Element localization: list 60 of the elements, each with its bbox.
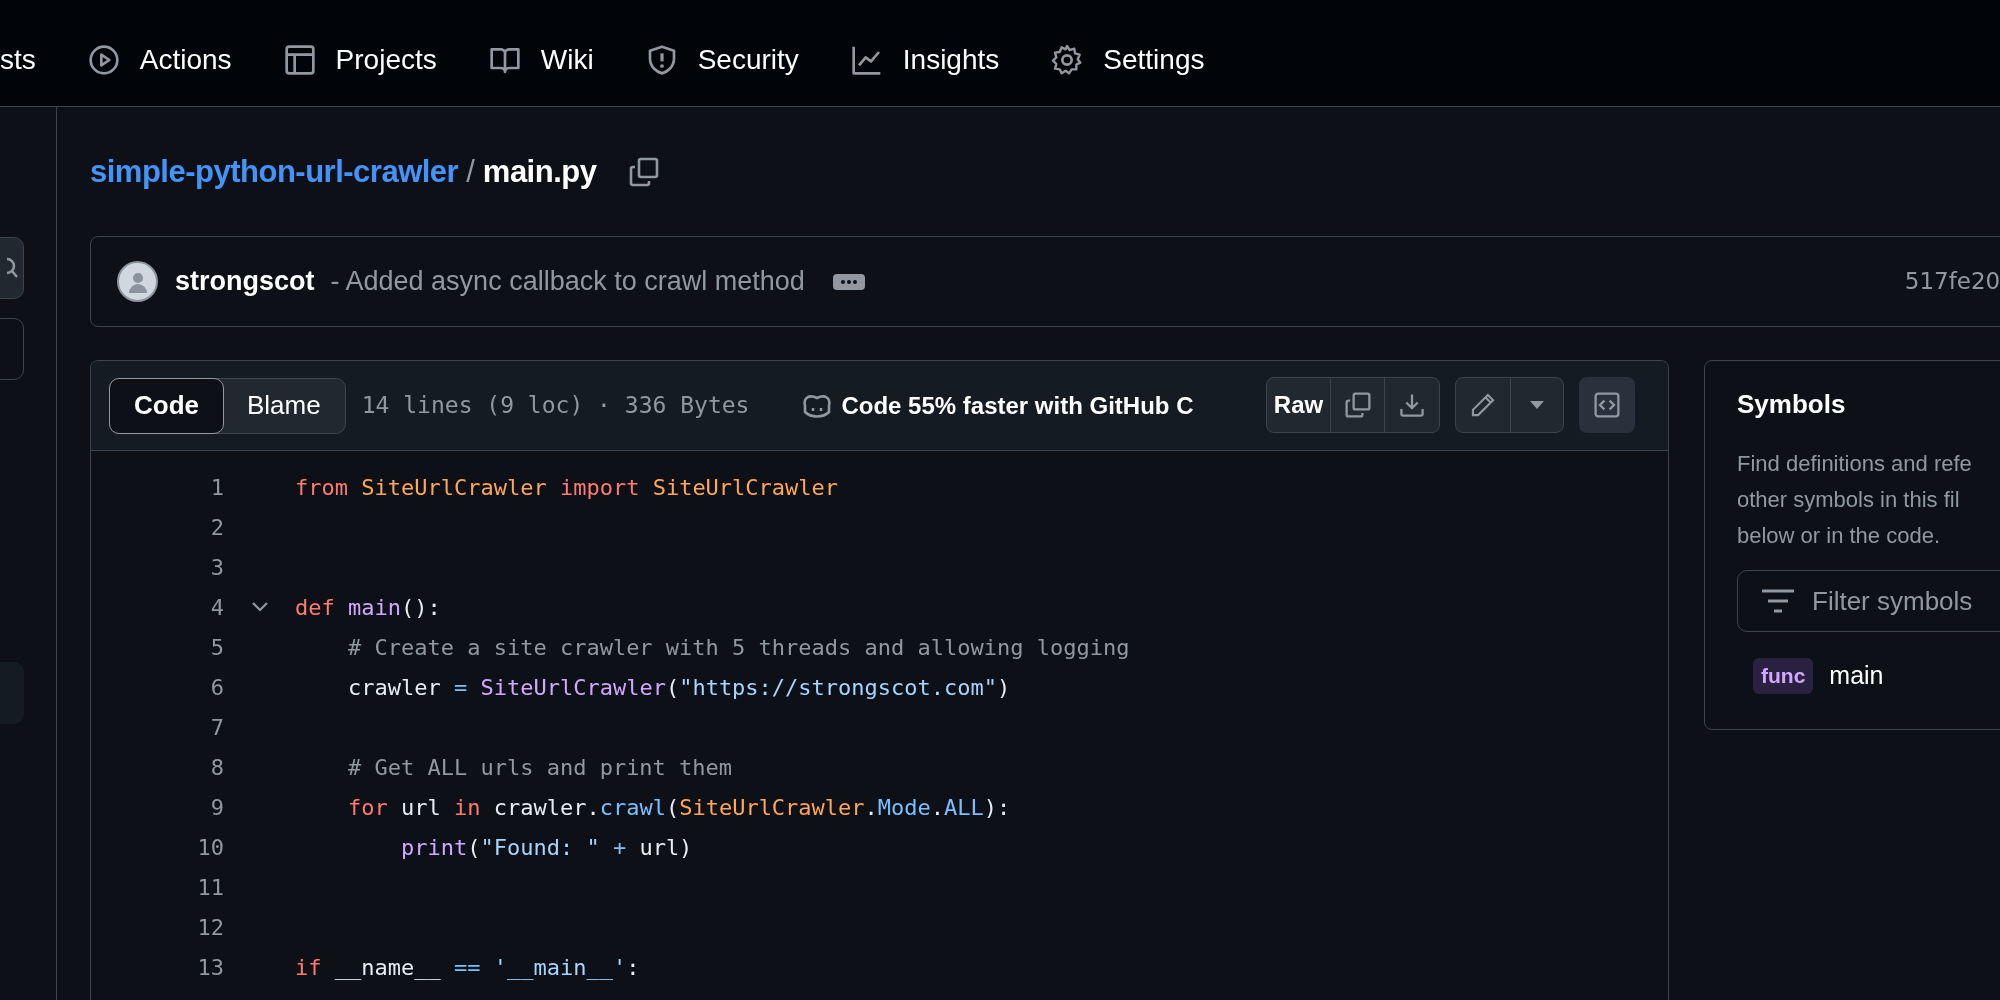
table-icon bbox=[283, 44, 316, 76]
caret-icon bbox=[1530, 401, 1544, 409]
download-icon bbox=[1399, 392, 1425, 418]
code-line: # Create a site crawler with 5 threads and allowing logging bbox=[346, 633, 1130, 662]
search-icon bbox=[7, 257, 19, 279]
code-line: for url in crawler.crawl(SiteUrlCrawler.Mode.ALL): bbox=[346, 793, 1011, 822]
panel-title: Symbols bbox=[1737, 388, 1847, 421]
code-square-icon bbox=[1593, 391, 1621, 419]
code-line: crawler = SiteUrlCrawler("https://strongscot.com") bbox=[346, 673, 1011, 702]
filter-field[interactable]: Filter symbols bbox=[1737, 570, 2000, 632]
nav-tab[interactable]: Security bbox=[645, 39, 799, 81]
line-number: 6 bbox=[209, 673, 224, 702]
line-number: 5 bbox=[209, 633, 224, 662]
ellipsis-icon bbox=[838, 278, 859, 285]
nav-tab[interactable]: sts bbox=[0, 39, 36, 81]
settings-icon bbox=[1051, 44, 1084, 76]
line-number: 8 bbox=[209, 753, 224, 782]
copy-icon bbox=[1343, 391, 1372, 419]
repo-link[interactable]: simple-python-url-crawler bbox=[90, 148, 459, 196]
symbol-kind-badge: func bbox=[1753, 658, 1814, 694]
copy-icon bbox=[628, 156, 661, 188]
expand-message-button[interactable] bbox=[832, 273, 865, 290]
symbols-toggle-button[interactable] bbox=[1579, 377, 1635, 433]
line-number: 4 bbox=[209, 593, 224, 622]
nav-tab[interactable]: Settings bbox=[1051, 39, 1205, 81]
line-number: 10 bbox=[196, 833, 224, 862]
line-number: 13 bbox=[196, 953, 224, 982]
line-number: 9 bbox=[209, 793, 224, 822]
view-tab[interactable]: Code bbox=[109, 377, 224, 434]
line-number: 11 bbox=[196, 873, 224, 902]
symbol-name: main bbox=[1829, 660, 1884, 692]
file-name: main.py bbox=[482, 152, 597, 191]
nav-tab[interactable]: Insights bbox=[850, 39, 1000, 81]
filter-icon bbox=[1761, 589, 1795, 613]
line-number: 3 bbox=[209, 553, 224, 582]
code-line: if __name__ == '__main__': bbox=[295, 953, 640, 982]
nav-tab[interactable]: Projects bbox=[283, 39, 437, 81]
view-tab[interactable]: Blame bbox=[223, 378, 345, 433]
code-line: # Get ALL urls and print them bbox=[346, 753, 733, 782]
code-line: def main(): bbox=[295, 593, 441, 622]
panel-description: Find definitions and refe other symbols in this fil below or in the code. bbox=[1737, 450, 1973, 550]
code-line: print("Found: " + url) bbox=[399, 833, 693, 862]
line-number: 1 bbox=[209, 473, 224, 502]
commit-message[interactable]: - Added async callback to crawl method bbox=[330, 261, 805, 302]
line-number: 2 bbox=[209, 513, 224, 542]
nav-tab[interactable]: Wiki bbox=[488, 39, 594, 81]
nav-tab[interactable]: Actions bbox=[87, 39, 232, 81]
breadcrumb-separator: / bbox=[466, 152, 475, 191]
pencil-icon bbox=[1470, 392, 1496, 418]
graph-icon bbox=[850, 44, 883, 76]
copilot-promo[interactable]: Code 55% faster with GitHub C bbox=[841, 387, 1194, 424]
line-number: 12 bbox=[196, 913, 224, 942]
commit-sha[interactable]: 517fe20 bbox=[1904, 264, 2000, 299]
code-line: from SiteUrlCrawler import SiteUrlCrawler bbox=[295, 473, 839, 502]
line-number: 7 bbox=[209, 713, 224, 742]
play-icon bbox=[87, 44, 120, 76]
file-stats: 14 lines (9 loc) · 336 Bytes bbox=[361, 391, 750, 421]
symbol-item[interactable]: func main bbox=[1737, 654, 2000, 698]
chevron-down-icon[interactable] bbox=[250, 601, 269, 613]
commit-author[interactable]: strongscot bbox=[175, 261, 315, 302]
